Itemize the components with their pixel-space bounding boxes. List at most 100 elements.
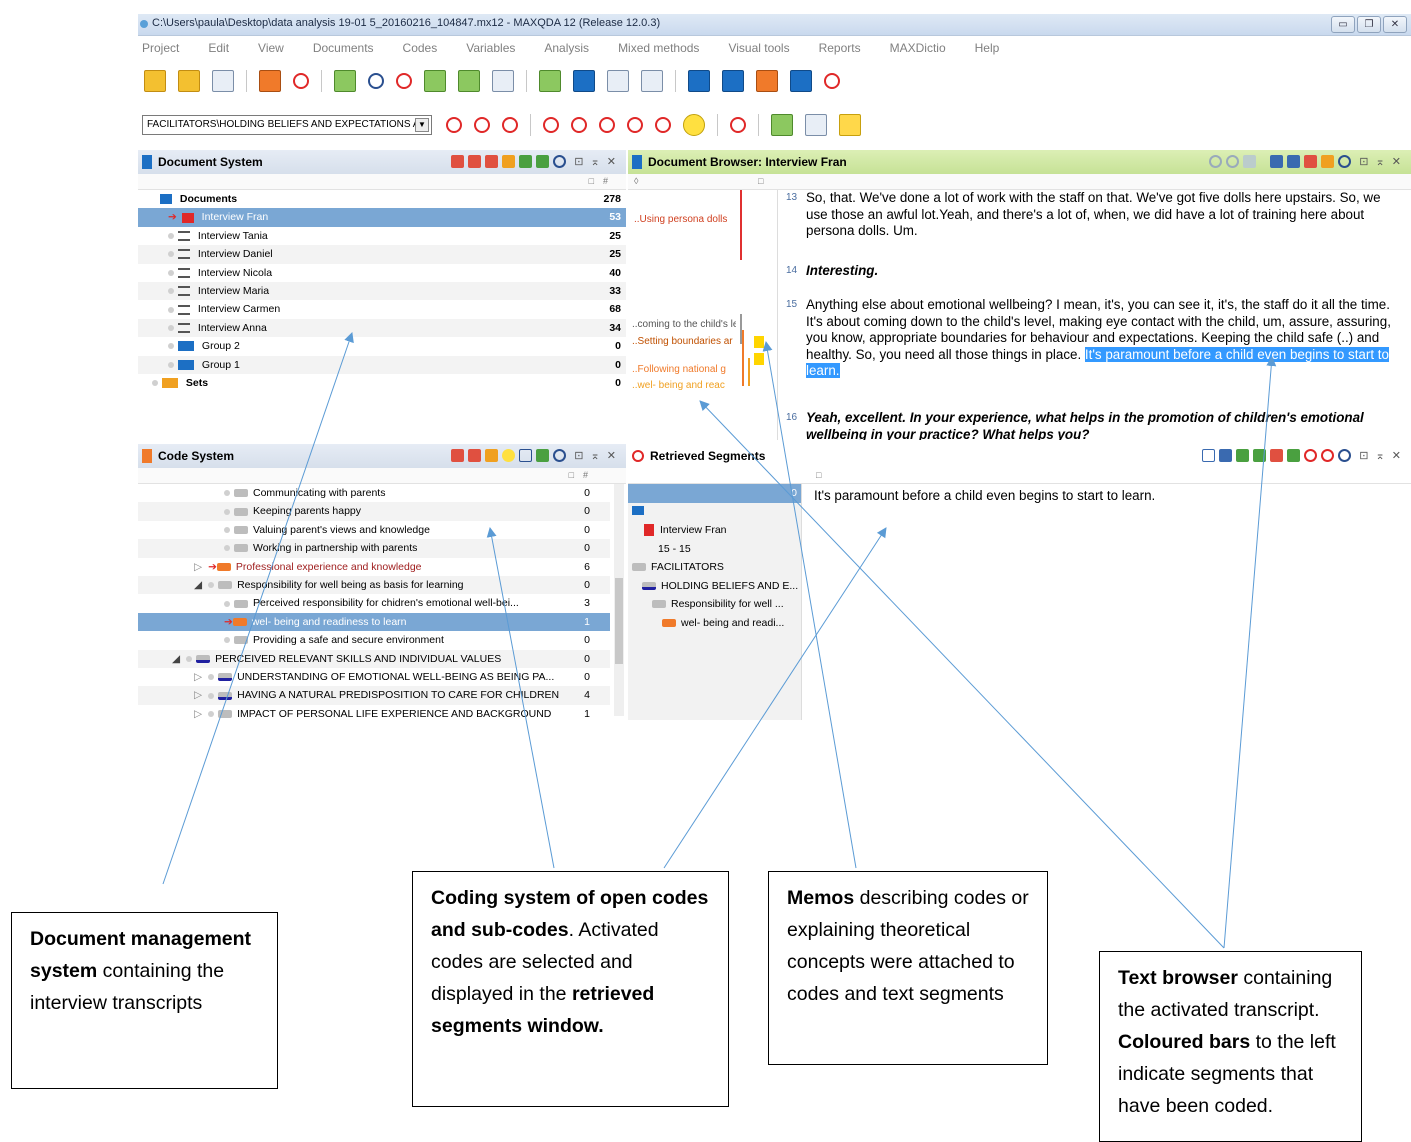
coding-bar[interactable] bbox=[748, 358, 750, 386]
new-document-icon[interactable] bbox=[451, 155, 464, 168]
collapse-icon[interactable]: ◢ bbox=[172, 653, 180, 665]
code-overview-icon[interactable] bbox=[536, 449, 549, 462]
retrieved-segment-text[interactable]: It's paramount before a child even begin… bbox=[814, 488, 1155, 503]
menu-analysis[interactable]: Analysis bbox=[544, 41, 589, 55]
document-variables-icon[interactable] bbox=[539, 70, 561, 92]
segment-tree-holding-beliefs[interactable]: HOLDING BELIEFS AND E... bbox=[628, 577, 801, 596]
document-variables-small-icon[interactable] bbox=[519, 155, 532, 168]
code-row[interactable]: ▷ HAVING A NATURAL PREDISPOSITION TO CARE… bbox=[138, 686, 610, 705]
code-system-toggle-icon[interactable] bbox=[756, 70, 778, 92]
code-table-icon[interactable] bbox=[519, 449, 532, 462]
tree-row-documents[interactable]: Documents 278 bbox=[138, 190, 626, 208]
code-row[interactable]: Valuing parent's views and knowledge 0 bbox=[138, 521, 610, 539]
doc-search-icon[interactable] bbox=[553, 155, 566, 168]
html-export-icon[interactable] bbox=[1253, 449, 1266, 462]
export-segments-icon[interactable] bbox=[1270, 449, 1283, 462]
document-text[interactable]: 13 So, that. We've done a lot of work wi… bbox=[780, 190, 1405, 440]
collapse-icon[interactable]: ◢ bbox=[194, 579, 202, 591]
close-project-icon[interactable] bbox=[212, 70, 234, 92]
segment-tree-facilitators[interactable]: FACILITATORS bbox=[628, 558, 801, 577]
export-icon[interactable] bbox=[607, 70, 629, 92]
retrieved-segments-toggle-icon[interactable] bbox=[824, 73, 840, 89]
memo-label[interactable]: ..Using persona dolls bbox=[634, 214, 734, 225]
tree-row-interview-carmen[interactable]: Interview Carmen 68 bbox=[138, 300, 626, 318]
code-icon[interactable] bbox=[446, 117, 462, 133]
minimize-button[interactable]: ▭ bbox=[1331, 16, 1355, 33]
unlink-icon[interactable] bbox=[805, 114, 827, 136]
tree-row-interview-fran[interactable]: ➔ Interview Fran 53 bbox=[138, 208, 626, 227]
tree-row-group-2[interactable]: Group 2 0 bbox=[138, 337, 626, 355]
variables-icon[interactable] bbox=[334, 70, 356, 92]
activate-document-icon[interactable] bbox=[468, 155, 481, 168]
menu-reports[interactable]: Reports bbox=[819, 41, 861, 55]
print-icon[interactable] bbox=[1243, 155, 1256, 168]
segment-tree-responsibility[interactable]: Responsibility for well ... bbox=[628, 595, 801, 614]
code-row[interactable]: ▷ UNDERSTANDING OF EMOTIONAL WELL-BEING A… bbox=[138, 668, 610, 686]
memo-label[interactable]: ..wel- being and reac bbox=[632, 380, 736, 391]
code-segment-icon[interactable] bbox=[1304, 449, 1317, 462]
coding-bar[interactable] bbox=[742, 330, 744, 386]
code-panel-controls[interactable]: ⊡ ⌅ ✕ bbox=[574, 449, 618, 462]
code-row[interactable]: Communicating with parents 0 bbox=[138, 484, 610, 502]
memo-label[interactable]: ..Following national g bbox=[632, 364, 736, 375]
code-color-blue-icon[interactable] bbox=[599, 117, 615, 133]
code-segment-new-icon[interactable] bbox=[1321, 449, 1334, 462]
browser-panel-controls[interactable]: ⊡ ⌅ ✕ bbox=[1359, 155, 1403, 168]
open-project-icon[interactable] bbox=[178, 70, 200, 92]
memo-icon[interactable] bbox=[754, 336, 764, 348]
scrollbar-thumb[interactable] bbox=[615, 578, 623, 664]
search-icon[interactable] bbox=[368, 73, 384, 89]
tree-row-group-1[interactable]: Group 1 0 bbox=[138, 355, 626, 374]
overview-segments-icon[interactable] bbox=[1287, 449, 1300, 462]
browser-search-icon[interactable] bbox=[1338, 155, 1351, 168]
menu-variables[interactable]: Variables bbox=[466, 41, 515, 55]
menu-maxdictio[interactable]: MAXDictio bbox=[890, 41, 946, 55]
code-system-scrollbar[interactable] bbox=[614, 484, 624, 716]
code-row-professional-experience[interactable]: ▷ ➔ Professional experience and knowledge 6 bbox=[138, 558, 610, 576]
code-row[interactable]: Keeping parents happy 0 bbox=[138, 502, 610, 521]
menu-codes[interactable]: Codes bbox=[403, 41, 438, 55]
tree-row-interview-daniel[interactable]: Interview Daniel 25 bbox=[138, 245, 626, 264]
code-row[interactable]: Working in partnership with parents 0 bbox=[138, 539, 610, 558]
menu-project[interactable]: Project bbox=[142, 41, 179, 55]
tree-row-interview-maria[interactable]: Interview Maria 33 bbox=[138, 281, 626, 301]
emoticode-icon[interactable] bbox=[683, 114, 705, 136]
table-view-icon[interactable] bbox=[1202, 449, 1215, 462]
coding-bar[interactable] bbox=[740, 190, 742, 260]
print-doc-icon[interactable] bbox=[1287, 155, 1300, 168]
link-icon[interactable] bbox=[771, 114, 793, 136]
tree-row-interview-anna[interactable]: Interview Anna 34 bbox=[138, 318, 626, 338]
undo-code-icon[interactable] bbox=[730, 117, 746, 133]
menu-visual-tools[interactable]: Visual tools bbox=[728, 41, 789, 55]
code-matrix-icon[interactable] bbox=[424, 70, 446, 92]
code-set-icon[interactable] bbox=[485, 449, 498, 462]
code-relations-icon[interactable] bbox=[293, 73, 309, 89]
excel-export-icon[interactable] bbox=[1236, 449, 1249, 462]
code-select[interactable]: FACILITATORS\HOLDING BELIEFS AND EXPECTA… bbox=[142, 115, 432, 135]
complex-retrieval-icon[interactable] bbox=[396, 73, 412, 89]
memo-toggle-icon[interactable] bbox=[790, 70, 812, 92]
print-segments-icon[interactable] bbox=[1219, 449, 1232, 462]
new-project-icon[interactable] bbox=[144, 70, 166, 92]
code-row[interactable]: Providing a safe and secure environment 0 bbox=[138, 631, 610, 649]
menu-view[interactable]: View bbox=[258, 41, 284, 55]
expand-icon[interactable]: ▷ bbox=[194, 689, 202, 701]
overview-icon[interactable] bbox=[536, 155, 549, 168]
activate-code-icon[interactable] bbox=[468, 449, 481, 462]
code-search-icon[interactable] bbox=[553, 449, 566, 462]
zoom-in-icon[interactable] bbox=[1209, 155, 1222, 168]
expand-icon[interactable]: ▷ bbox=[194, 708, 202, 720]
segments-count-row[interactable]: 0 bbox=[628, 484, 801, 503]
chevron-down-icon[interactable]: ▼ bbox=[415, 118, 429, 132]
code-color-magenta-icon[interactable] bbox=[655, 117, 671, 133]
in-vivo-code-icon[interactable] bbox=[502, 117, 518, 133]
zoom-out-icon[interactable] bbox=[1226, 155, 1239, 168]
segment-tree-range[interactable]: 15 - 15 bbox=[628, 540, 801, 559]
edit-icon[interactable] bbox=[1270, 155, 1283, 168]
code-row-perceived-skills[interactable]: ◢ PERCEIVED RELEVANT SKILLS AND INDIVIDUA… bbox=[138, 649, 610, 668]
menu-edit[interactable]: Edit bbox=[208, 41, 229, 55]
maximize-button[interactable]: ❐ bbox=[1357, 16, 1381, 33]
expand-icon[interactable]: ▷ bbox=[194, 561, 202, 573]
segments-search-icon[interactable] bbox=[1338, 449, 1351, 462]
export-doc-icon[interactable] bbox=[1304, 155, 1317, 168]
